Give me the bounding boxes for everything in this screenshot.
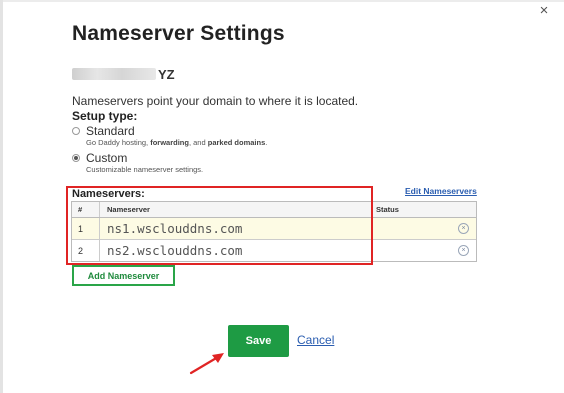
window-top-edge	[0, 0, 564, 2]
cancel-link[interactable]: Cancel	[297, 333, 334, 347]
add-nameserver-button[interactable]: Add Nameserver	[72, 265, 175, 286]
column-header-num: #	[72, 202, 100, 217]
column-header-nameserver: Nameserver	[100, 202, 372, 217]
column-header-status: Status	[376, 205, 399, 214]
window-left-edge	[0, 0, 3, 393]
row-number: 2	[72, 240, 100, 261]
domain-suffix: YZ	[158, 66, 175, 82]
nameserver-input-1[interactable]	[107, 221, 367, 236]
blurred-domain-text	[72, 68, 156, 80]
dialog-title: Nameserver Settings	[72, 22, 285, 45]
radio-option-standard[interactable]: Standard	[72, 124, 135, 138]
radio-standard[interactable]	[72, 127, 80, 135]
radio-custom-label: Custom	[86, 151, 128, 165]
radio-option-custom[interactable]: Custom	[72, 151, 127, 165]
remove-circle-icon[interactable]: ×	[458, 223, 469, 234]
nameserver-cell	[100, 218, 372, 239]
table-header: # Nameserver Status	[72, 202, 476, 218]
save-button[interactable]: Save	[228, 325, 289, 357]
edit-nameservers-link[interactable]: Edit Nameservers	[405, 186, 477, 196]
custom-description: Customizable nameserver settings.	[86, 165, 204, 174]
status-cell: ×	[372, 240, 476, 261]
arrow-annotation-icon	[189, 353, 224, 375]
nameservers-label: Nameservers:	[72, 188, 145, 200]
standard-description: Go Daddy hosting, forwarding, and parked…	[86, 138, 268, 147]
nameserver-cell	[100, 240, 372, 261]
table-row: 1 ×	[72, 218, 476, 240]
remove-circle-icon[interactable]: ×	[458, 245, 469, 256]
nameserver-input-2[interactable]	[107, 243, 367, 258]
row-number: 1	[72, 218, 100, 239]
table-row: 2 ×	[72, 240, 476, 261]
domain-name: YZ	[72, 66, 175, 82]
setup-type-label: Setup type:	[72, 109, 138, 123]
close-icon[interactable]: ×	[537, 3, 551, 18]
description-text: Nameservers point your domain to where i…	[72, 94, 359, 108]
nameservers-table: # Nameserver Status 1 × 2 ×	[71, 201, 477, 262]
radio-custom[interactable]	[72, 154, 80, 162]
status-cell: ×	[372, 218, 476, 239]
radio-standard-label: Standard	[86, 124, 135, 138]
